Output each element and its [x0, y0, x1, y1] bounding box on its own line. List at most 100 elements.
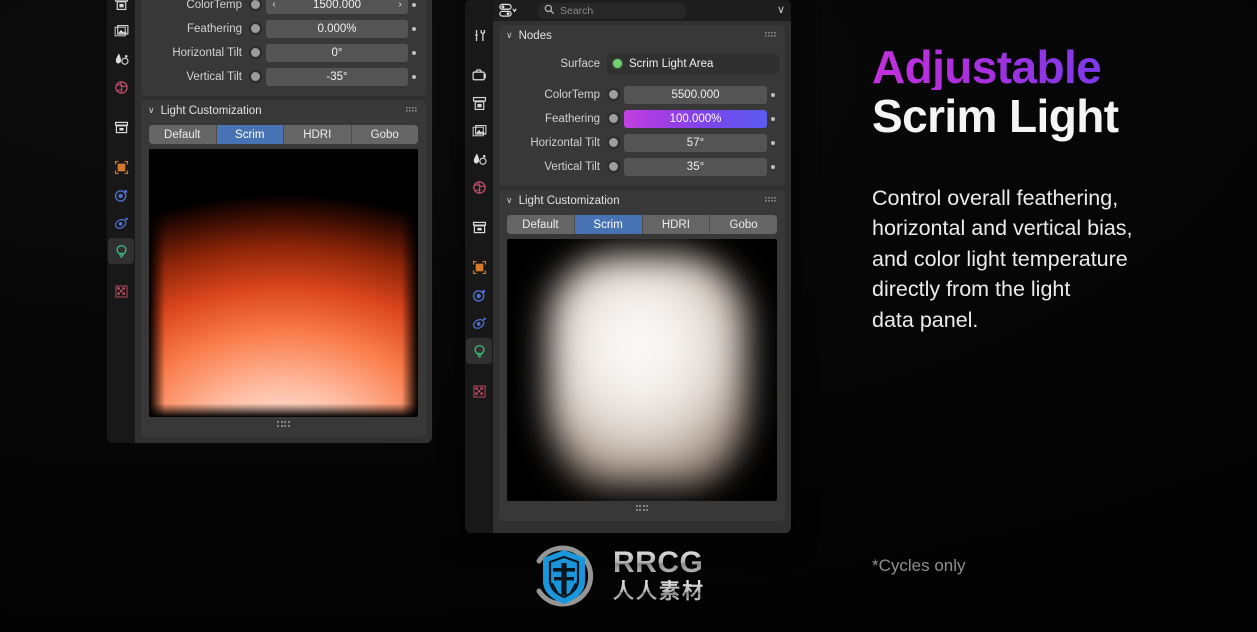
right-prop-row-surface[interactable]: Surface Scrim Light Area — [499, 53, 785, 74]
right-field-surface[interactable]: Scrim Light Area — [607, 54, 779, 74]
animate-dot-icon[interactable] — [249, 70, 262, 83]
render-camera-icon[interactable] — [466, 62, 492, 88]
right-section-header[interactable]: ∨ Light Customization — [499, 190, 785, 212]
view-layer-image-icon[interactable] — [108, 18, 134, 44]
left-prop-row-horizontal-tilt[interactable]: Horizontal Tilt 0° — [141, 42, 426, 63]
world-globe-icon[interactable] — [108, 74, 134, 100]
collection-box-icon[interactable] — [108, 114, 134, 140]
left-field-horizontal-tilt[interactable]: 0° — [266, 44, 408, 62]
decorator-keyframe-icon[interactable] — [408, 51, 420, 55]
decorator-keyframe-icon[interactable] — [408, 3, 420, 7]
right-panel-tab-column[interactable] — [465, 0, 493, 533]
texture-checker-icon[interactable] — [108, 278, 134, 304]
right-tab-hdri[interactable]: HDRI — [643, 215, 711, 234]
chevron-down-icon[interactable]: ∨ — [148, 105, 155, 116]
right-preview-resize-grip[interactable] — [499, 501, 785, 515]
drag-grip-icon[interactable] — [406, 105, 419, 117]
right-prop-row-colortemp[interactable]: ColorTemp 5500.000 — [499, 84, 785, 105]
left-field-vertical-tilt[interactable]: -35° — [266, 68, 408, 86]
texture-checker-icon[interactable] — [466, 378, 492, 404]
decorator-keyframe-icon[interactable] — [767, 141, 779, 145]
left-section-title: Light Customization — [161, 105, 262, 117]
right-tab-default[interactable]: Default — [507, 215, 575, 234]
animate-dot-icon[interactable] — [607, 136, 620, 149]
world-globe-icon[interactable] — [466, 174, 492, 200]
right-scrim-preview[interactable] — [507, 239, 777, 501]
footnote-cycles-only: *Cycles only — [872, 556, 966, 576]
decorator-keyframe-icon[interactable] — [408, 75, 420, 79]
scene-droplet-icon[interactable] — [108, 46, 134, 72]
right-tab-scrim[interactable]: Scrim — [575, 215, 643, 234]
left-panel-tab-column[interactable] — [107, 0, 135, 443]
left-prop-label-horizontal-tilt: Horizontal Tilt — [141, 47, 249, 59]
body-line: and color light temperature — [872, 244, 1252, 275]
printer-output-icon[interactable] — [466, 90, 492, 116]
left-field-feathering[interactable]: 0.000% — [266, 20, 408, 38]
chevron-down-icon[interactable]: ∨ — [506, 30, 513, 41]
left-tab-scrim[interactable]: Scrim — [217, 125, 285, 144]
left-prop-row-colortemp[interactable]: ColorTemp ‹ 1500.000 › — [141, 0, 426, 15]
left-tab-default[interactable]: Default — [149, 125, 217, 144]
right-field-horizontal-tilt[interactable]: 57° — [624, 134, 767, 152]
editor-type-properties-icon[interactable] — [499, 3, 529, 19]
magnifier-icon — [544, 4, 555, 18]
right-nodes-header[interactable]: ∨ Nodes — [499, 25, 785, 47]
chevron-down-icon[interactable]: ∨ — [777, 5, 785, 16]
left-prop-row-vertical-tilt[interactable]: Vertical Tilt -35° — [141, 66, 426, 87]
left-scrim-mode-tabs[interactable]: Default Scrim HDRI Gobo — [149, 125, 418, 144]
scene-droplet-icon[interactable] — [466, 146, 492, 172]
animate-dot-icon[interactable] — [607, 112, 620, 125]
left-scrim-preview[interactable] — [149, 149, 418, 417]
object-square-icon[interactable] — [108, 154, 134, 180]
right-prop-row-feathering[interactable]: Feathering 100.000% — [499, 108, 785, 129]
tool-wrench-icon[interactable] — [466, 22, 492, 48]
drag-grip-icon[interactable] — [765, 195, 778, 207]
right-prop-label-horizontal-tilt: Horizontal Tilt — [499, 137, 607, 149]
object-square-icon[interactable] — [466, 254, 492, 280]
particles-icon[interactable] — [466, 310, 492, 336]
left-prop-label-colortemp: ColorTemp — [141, 0, 249, 11]
chevron-left-icon[interactable]: ‹ — [267, 0, 281, 14]
drag-grip-icon[interactable] — [765, 30, 778, 42]
light-data-bulb-icon[interactable] — [466, 338, 492, 364]
marketing-copy: Adjustable Scrim Light Control overall f… — [872, 44, 1252, 335]
printer-output-icon[interactable] — [108, 0, 134, 16]
animate-dot-icon[interactable] — [249, 0, 262, 11]
search-input[interactable]: Search — [537, 3, 687, 19]
collection-box-icon[interactable] — [466, 214, 492, 240]
right-field-feathering[interactable]: 100.000% — [624, 110, 767, 128]
right-properties-panel: Search ∨ ∨ Nodes Surface Scrim — [465, 0, 791, 533]
drag-grip-icon — [277, 421, 290, 427]
rrcg-shield-logo-icon — [525, 537, 603, 615]
animate-dot-icon[interactable] — [607, 88, 620, 101]
right-prop-row-horizontal-tilt[interactable]: Horizontal Tilt 57° — [499, 132, 785, 153]
decorator-keyframe-icon[interactable] — [408, 27, 420, 31]
decorator-keyframe-icon[interactable] — [767, 117, 779, 121]
right-field-colortemp[interactable]: 5500.000 — [624, 86, 767, 104]
left-prop-row-feathering[interactable]: Feathering 0.000% — [141, 18, 426, 39]
right-tab-gobo[interactable]: Gobo — [710, 215, 777, 234]
left-preview-resize-grip[interactable] — [141, 417, 426, 431]
right-prop-label-colortemp: ColorTemp — [499, 89, 607, 101]
animate-dot-icon[interactable] — [249, 46, 262, 59]
left-tab-gobo[interactable]: Gobo — [352, 125, 419, 144]
modifier-physics-icon[interactable] — [466, 282, 492, 308]
decorator-keyframe-icon[interactable] — [767, 93, 779, 97]
chevron-down-icon[interactable]: ∨ — [506, 195, 513, 206]
right-prop-row-vertical-tilt[interactable]: Vertical Tilt 35° — [499, 156, 785, 177]
left-tab-hdri[interactable]: HDRI — [284, 125, 352, 144]
right-scrim-mode-tabs[interactable]: Default Scrim HDRI Gobo — [507, 215, 777, 234]
animate-dot-icon[interactable] — [607, 160, 620, 173]
node-socket-green-icon — [613, 59, 622, 68]
left-section-header[interactable]: ∨ Light Customization — [141, 100, 426, 122]
particles-icon[interactable] — [108, 210, 134, 236]
chevron-right-icon[interactable]: › — [393, 0, 407, 14]
decorator-keyframe-icon[interactable] — [767, 165, 779, 169]
view-layer-image-icon[interactable] — [466, 118, 492, 144]
animate-dot-icon[interactable] — [249, 22, 262, 35]
page-body-copy: Control overall feathering, horizontal a… — [872, 183, 1252, 336]
left-field-colortemp[interactable]: ‹ 1500.000 › — [266, 0, 408, 14]
light-data-bulb-icon[interactable] — [108, 238, 134, 264]
right-field-vertical-tilt[interactable]: 35° — [624, 158, 767, 176]
modifier-physics-icon[interactable] — [108, 182, 134, 208]
